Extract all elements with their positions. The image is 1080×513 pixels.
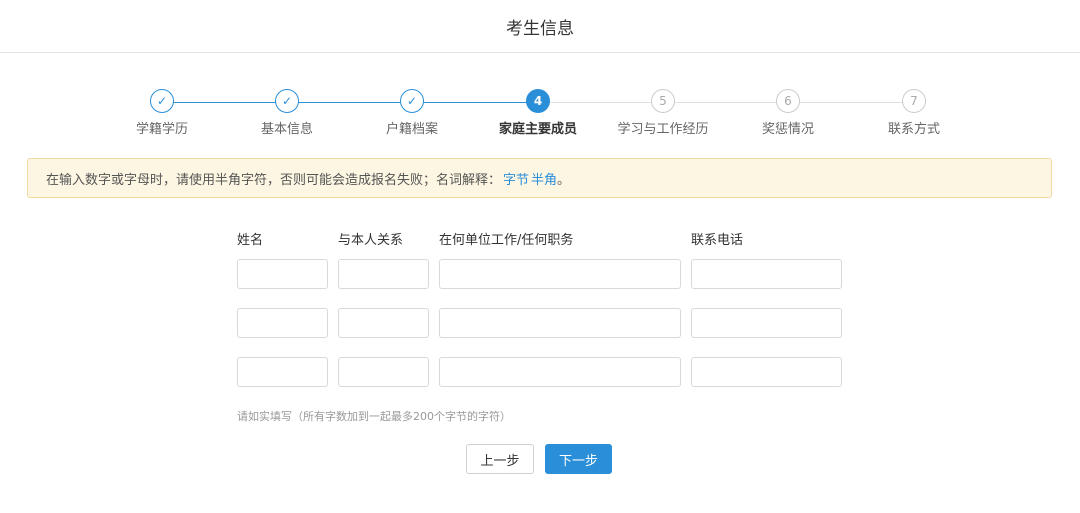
page-title: 考生信息	[506, 18, 574, 39]
prev-step-button[interactable]: 上一步	[466, 444, 534, 474]
step-number: 5	[651, 89, 675, 113]
step-label: 学籍学历	[135, 122, 188, 137]
relation-input-1[interactable]	[338, 259, 429, 289]
relation-input-3[interactable]	[338, 357, 429, 387]
step-5: 5 学习与工作经历	[603, 89, 723, 137]
check-icon: ✓	[150, 89, 174, 113]
step-label: 联系方式	[887, 122, 940, 137]
workplace-input-2[interactable]	[439, 308, 681, 338]
check-icon: ✓	[275, 89, 299, 113]
input-hint: 请如实填写（所有字数加到一起最多200个字节的字符）	[237, 410, 511, 423]
column-header-name: 姓名	[237, 233, 264, 248]
next-step-button[interactable]: 下一步	[545, 444, 612, 474]
workplace-input-1[interactable]	[439, 259, 681, 289]
step-2[interactable]: ✓ 基本信息	[227, 89, 347, 137]
step-label: 学习与工作经历	[617, 122, 709, 137]
name-input-1[interactable]	[237, 259, 328, 289]
step-label: 奖惩情况	[761, 122, 814, 137]
step-3[interactable]: ✓ 户籍档案	[352, 89, 472, 137]
step-number: 4	[526, 89, 550, 113]
phone-input-3[interactable]	[691, 357, 842, 387]
step-number: 6	[776, 89, 800, 113]
step-6: 6 奖惩情况	[728, 89, 848, 137]
link-half-width[interactable]: 半角	[531, 169, 557, 188]
step-progress: ✓ 学籍学历 ✓ 基本信息 ✓ 户籍档案 4 家庭主要成员 5 学习与工作经历 …	[0, 89, 1080, 139]
step-number: 7	[902, 89, 926, 113]
notice-text: 在输入数字或字母时，请使用半角字符，否则可能会造成报名失败；名词解释：	[46, 172, 502, 188]
workplace-input-3[interactable]	[439, 357, 681, 387]
relation-input-2[interactable]	[338, 308, 429, 338]
column-header-workplace: 在何单位工作/任何职务	[439, 233, 574, 248]
page-header: 考生信息	[0, 0, 1080, 53]
column-header-relation: 与本人关系	[338, 233, 404, 248]
name-input-2[interactable]	[237, 308, 328, 338]
step-label: 家庭主要成员	[498, 122, 577, 137]
phone-input-2[interactable]	[691, 308, 842, 338]
step-label: 基本信息	[260, 122, 313, 137]
phone-input-1[interactable]	[691, 259, 842, 289]
name-input-3[interactable]	[237, 357, 328, 387]
check-icon: ✓	[400, 89, 424, 113]
notice-banner: 在输入数字或字母时，请使用半角字符，否则可能会造成报名失败；名词解释： 字节 半…	[27, 158, 1052, 198]
step-7: 7 联系方式	[854, 89, 974, 137]
notice-end: 。	[557, 172, 571, 188]
column-header-phone: 联系电话	[691, 233, 744, 248]
link-byte[interactable]: 字节	[503, 169, 529, 188]
step-1[interactable]: ✓ 学籍学历	[102, 89, 222, 137]
step-4: 4 家庭主要成员	[478, 89, 598, 137]
step-label: 户籍档案	[385, 122, 438, 137]
